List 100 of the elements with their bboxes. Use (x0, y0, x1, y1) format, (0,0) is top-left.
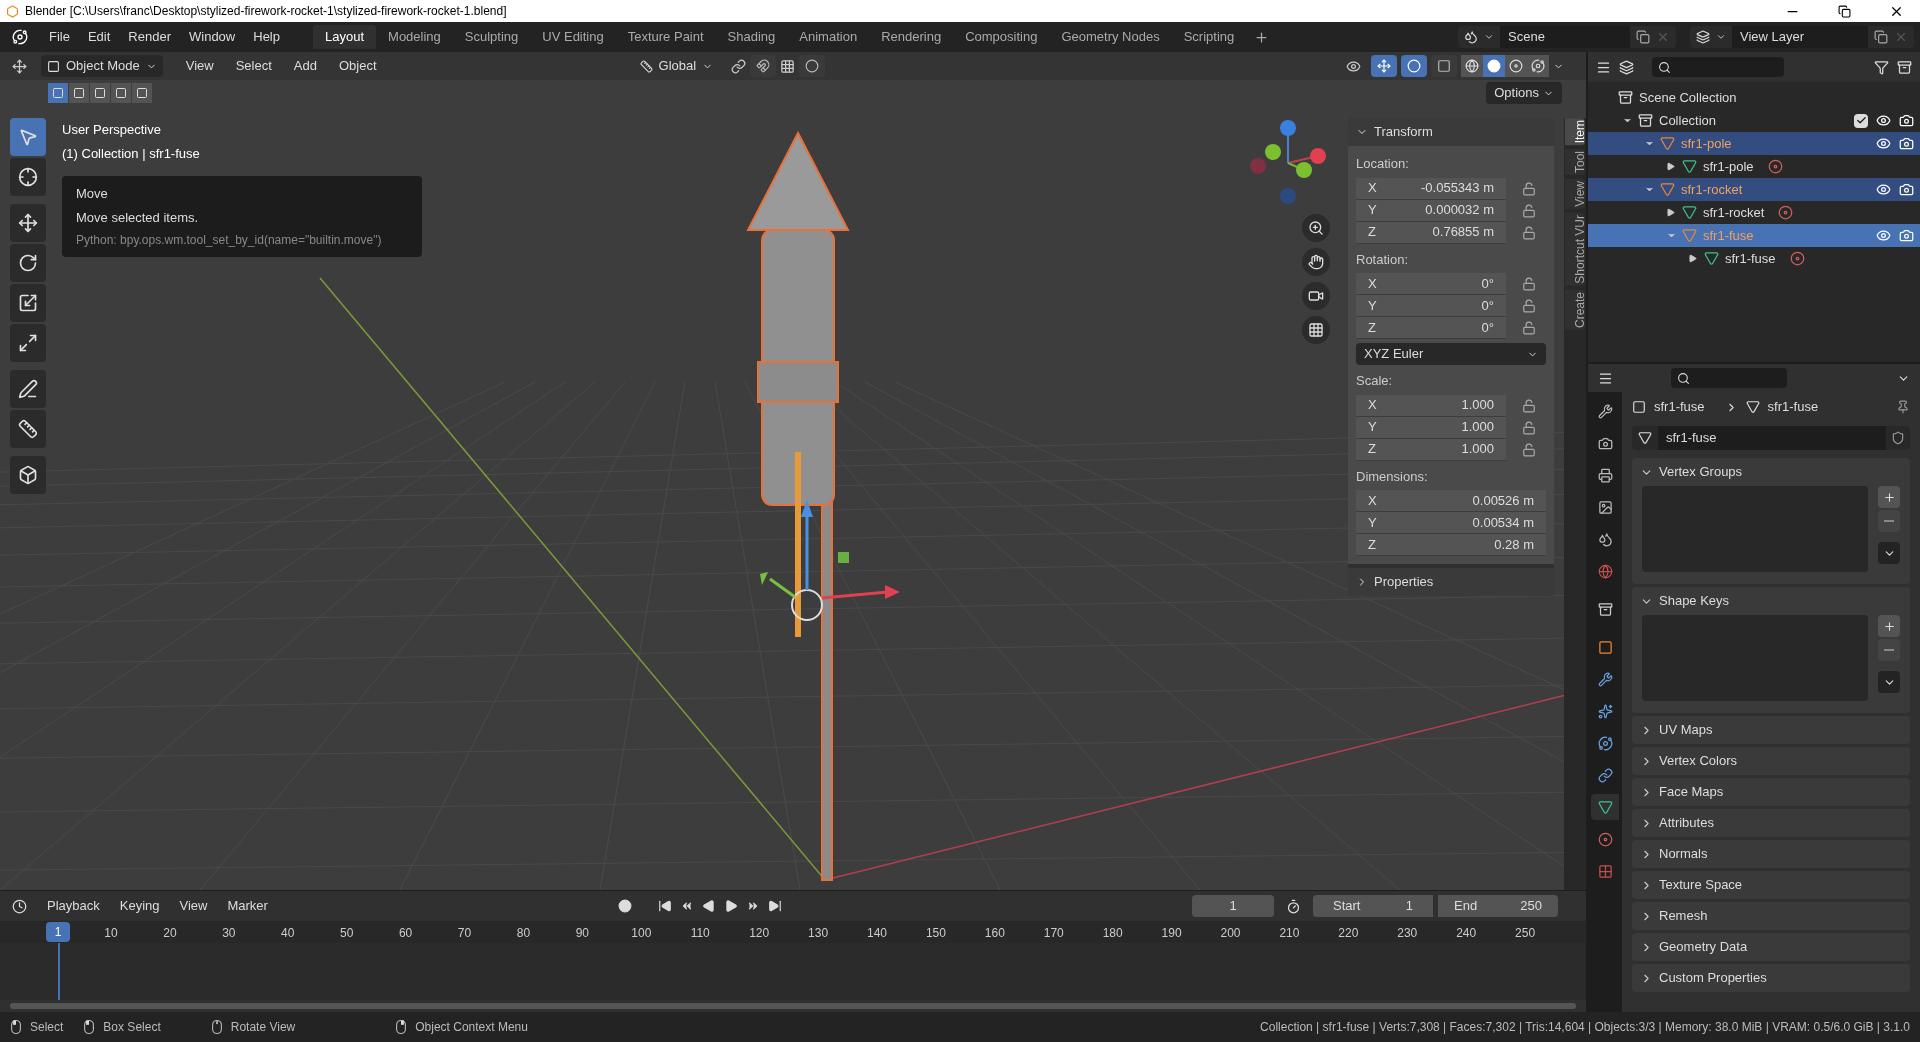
visibility-icon[interactable] (1346, 58, 1361, 74)
mesh-name-field[interactable]: sfr1-fuse (1658, 426, 1886, 450)
selection-mode-button[interactable] (90, 83, 110, 103)
collapse-arrow-icon[interactable] (1688, 254, 1697, 263)
remove-button[interactable] (1878, 510, 1900, 532)
workspace-tab[interactable]: Layout (313, 25, 377, 49)
end-frame-field[interactable]: End 250 (1438, 895, 1558, 917)
menu-item[interactable]: Marker (219, 896, 276, 916)
rendered-shading-button[interactable] (1527, 55, 1549, 77)
workspace-tab[interactable]: Compositing (953, 25, 1050, 49)
menu-item[interactable]: Object (329, 56, 386, 76)
outliner-item-label[interactable]: sfr1-fuse (1725, 248, 1776, 269)
outliner-row[interactable]: sfr1-pole (1588, 155, 1920, 178)
record-icon[interactable] (618, 899, 632, 913)
specials-menu-button[interactable] (1878, 671, 1900, 693)
camera-icon[interactable] (1899, 182, 1914, 197)
wireframe-shading-button[interactable] (1461, 55, 1483, 77)
mode-dropdown[interactable]: Object Mode (41, 55, 163, 77)
menu-item[interactable]: View (176, 56, 223, 76)
view-layer-selector[interactable]: View Layer (1690, 26, 1914, 48)
selection-mode-button[interactable] (111, 83, 131, 103)
xray-toggle[interactable] (1431, 55, 1457, 77)
playhead-frame[interactable]: 1 (46, 922, 70, 942)
panel-title[interactable]: UV Maps (1659, 720, 1713, 740)
overlay-toggle[interactable] (1401, 55, 1427, 77)
menu-item[interactable]: Help (244, 27, 289, 47)
scale-tool-button[interactable] (10, 284, 46, 322)
camera-icon[interactable] (1899, 113, 1914, 128)
panel-title[interactable]: Vertex Groups (1659, 462, 1743, 482)
number-field[interactable]: Z 0.76855 m (1356, 221, 1506, 244)
specials-menu-button[interactable] (1878, 542, 1900, 564)
transform-tool-button[interactable] (10, 324, 46, 362)
camera-icon[interactable] (1899, 136, 1914, 151)
workspace-tab[interactable]: Shading (715, 25, 788, 49)
outliner-item-label[interactable]: Scene Collection (1639, 87, 1737, 108)
duplicate-icon[interactable] (1636, 30, 1650, 44)
rotate-tool-button[interactable] (10, 244, 46, 282)
number-field[interactable]: Y 0.000032 m (1356, 199, 1506, 222)
outliner-item-label[interactable]: Collection (1659, 110, 1717, 131)
collapse-arrow-icon[interactable] (1666, 208, 1675, 217)
orientation-dropdown[interactable]: Global (633, 55, 720, 77)
snap-target-icon[interactable] (780, 58, 796, 74)
number-field[interactable]: Z 0.28 m (1356, 534, 1546, 556)
unlocked-icon[interactable] (1522, 398, 1536, 413)
unlocked-icon[interactable] (1522, 420, 1536, 435)
display-mode-icon[interactable] (1596, 59, 1611, 75)
outliner-row[interactable]: sfr1-rocket (1588, 178, 1920, 201)
mesh-data-tab[interactable] (1591, 794, 1619, 820)
caret-icon[interactable] (1484, 32, 1494, 42)
number-field[interactable]: Z 1.000 (1356, 438, 1506, 461)
snap-toggle[interactable] (750, 55, 777, 77)
sidebar-tab[interactable]: View (1565, 179, 1585, 210)
outliner-item-label[interactable]: sfr1-rocket (1681, 179, 1743, 200)
menu-item[interactable]: Playback (39, 896, 108, 916)
caret-icon[interactable] (1716, 32, 1726, 42)
fake-user-icon[interactable] (1891, 431, 1905, 445)
play-reverse-icon[interactable] (702, 899, 716, 913)
mesh-data-browse-icon[interactable] (1638, 431, 1652, 445)
outliner-row[interactable]: sfr1-rocket (1588, 201, 1920, 224)
panel-title[interactable]: Face Maps (1659, 782, 1724, 802)
unlocked-icon[interactable] (1522, 225, 1536, 240)
number-field[interactable]: Z 0° (1356, 317, 1506, 339)
workspace-tab[interactable]: Animation (787, 25, 870, 49)
workspace-tab[interactable]: Geometry Nodes (1049, 25, 1172, 49)
search-field[interactable] (1652, 57, 1784, 77)
unlocked-icon[interactable] (1522, 181, 1536, 196)
add-button[interactable] (1878, 486, 1900, 508)
workspace-tab[interactable]: Texture Paint (615, 25, 716, 49)
sidebar-tab[interactable]: Tool (1565, 149, 1585, 176)
workspace-tab[interactable]: Sculpting (452, 25, 531, 49)
unlocked-icon[interactable] (1522, 277, 1536, 291)
collapse-arrow-icon[interactable] (1666, 162, 1675, 171)
previous-keyframe-icon[interactable] (680, 899, 694, 913)
number-field[interactable]: X -0.055343 m (1356, 177, 1506, 200)
pencil-tool-button[interactable] (10, 370, 46, 408)
proportional-edit-toggle[interactable] (799, 55, 826, 77)
sidebar-tab[interactable]: Shortcut VUr (1565, 213, 1585, 286)
add-button[interactable] (1878, 615, 1900, 637)
panel-title[interactable]: Remesh (1659, 906, 1708, 926)
unlocked-icon[interactable] (1522, 321, 1536, 335)
camera-view-button[interactable] (1302, 282, 1330, 310)
play-icon[interactable] (724, 899, 738, 913)
panel-title[interactable]: Normals (1659, 844, 1708, 864)
material-shading-button[interactable] (1505, 55, 1527, 77)
workspace-tab[interactable]: Scripting (1171, 25, 1247, 49)
select-box-tool-button[interactable] (10, 118, 46, 156)
gizmo-toggle[interactable] (1371, 55, 1397, 77)
eye-icon[interactable] (1876, 182, 1891, 197)
remove-button[interactable] (1878, 639, 1900, 661)
restore-icon[interactable] (1838, 4, 1851, 18)
number-field[interactable]: Y 0° (1356, 295, 1506, 317)
menu-item[interactable]: View (171, 896, 216, 916)
rotation-mode-dropdown[interactable]: XYZ Euler (1356, 343, 1546, 365)
number-field[interactable]: X 0° (1356, 273, 1506, 295)
panel-title[interactable]: Custom Properties (1659, 968, 1767, 988)
selection-mode-button[interactable] (48, 83, 68, 103)
current-frame-field[interactable]: 1 (1192, 895, 1274, 917)
selection-mode-button[interactable] (132, 83, 152, 103)
scene-selector[interactable]: Scene (1458, 26, 1676, 48)
number-field[interactable]: Y 0.00534 m (1356, 512, 1546, 534)
